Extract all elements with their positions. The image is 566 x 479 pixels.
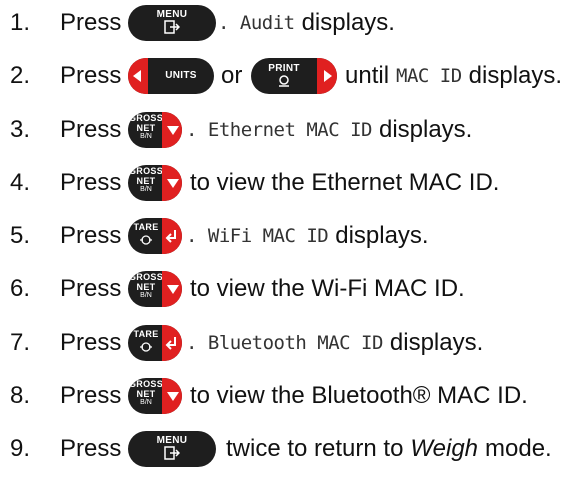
step-3: 3. Press GROSS NET B/N . Ethernet MAC ID… <box>0 107 566 153</box>
step-text: to view the Wi-Fi MAC ID. <box>190 275 465 302</box>
step-4: 4. Press GROSS NET B/N to view the Ether… <box>0 160 566 206</box>
press-label: Press <box>60 222 122 249</box>
down-arrow-icon <box>167 179 179 188</box>
menu-key-label: MENU <box>156 435 188 446</box>
step-1: 1. Press MENU . Audit displays. <box>0 0 566 46</box>
net-label: NET <box>136 282 156 292</box>
step-number: 7. <box>10 329 31 356</box>
print-key: PRINT <box>251 58 337 94</box>
gross-label: GROSS <box>128 379 163 389</box>
until-text: until <box>345 62 390 89</box>
menu-key-label: MENU <box>156 9 188 20</box>
step-number: 3. <box>10 116 31 143</box>
print-icon <box>279 75 289 87</box>
step-number: 1. <box>10 9 31 36</box>
step-9: 9. Press MENU twice to return to Weigh m… <box>0 426 566 472</box>
step-text: to view the Bluetooth® MAC ID. <box>190 382 528 409</box>
step-text: displays. <box>335 222 429 249</box>
units-key: UNITS <box>128 58 214 94</box>
step-number: 2. <box>10 62 31 89</box>
press-label: Press <box>60 382 122 409</box>
zero-icon <box>140 342 152 352</box>
tare-key: TARE <box>128 218 182 254</box>
step-number: 6. <box>10 275 31 302</box>
bn-label: B/N <box>140 292 152 299</box>
enter-arrow-icon <box>165 230 176 243</box>
step-text-end: mode. <box>485 435 552 462</box>
step-7: 7. Press TARE . Bluetooth MAC ID display… <box>0 320 566 366</box>
press-label: Press <box>60 169 122 196</box>
step-number: 9. <box>10 435 31 462</box>
net-label: NET <box>136 123 156 133</box>
gross-label: GROSS <box>128 113 163 123</box>
step-text: displays. <box>378 116 473 143</box>
net-label: NET <box>136 389 156 399</box>
tare-key-label: TARE <box>133 222 159 232</box>
step-number: 4. <box>10 169 31 196</box>
gross-net-key: GROSS NET B/N <box>128 112 182 148</box>
bn-label: B/N <box>140 133 152 140</box>
step-text: displays. <box>389 329 484 356</box>
menu-key: MENU <box>128 5 216 41</box>
units-key-label: UNITS <box>165 70 197 81</box>
net-label: NET <box>136 176 156 186</box>
press-label: Press <box>60 9 122 36</box>
bn-label: B/N <box>140 186 152 193</box>
tare-key-label: TARE <box>133 329 159 339</box>
exit-icon <box>164 20 180 34</box>
step-text: twice to return to <box>226 435 404 462</box>
or-text: or <box>221 62 243 89</box>
exit-icon <box>164 446 180 460</box>
right-arrow-icon <box>324 70 332 82</box>
step-text: displays. <box>301 9 395 36</box>
gross-net-key: GROSS NET B/N <box>128 378 182 414</box>
step-number: 8. <box>10 382 31 409</box>
press-label: Press <box>60 329 122 356</box>
step-8: 8. Press GROSS NET B/N to view the Bluet… <box>0 373 566 419</box>
mode-name: Weigh <box>410 435 479 462</box>
gross-net-key: GROSS NET B/N <box>128 271 182 307</box>
gross-label: GROSS <box>128 272 163 282</box>
press-label: Press <box>60 62 122 89</box>
print-key-label: PRINT <box>268 63 300 74</box>
down-arrow-icon <box>167 126 179 135</box>
step-6: 6. Press GROSS NET B/N to view the Wi-Fi… <box>0 266 566 312</box>
display-text: . Bluetooth MAC ID <box>186 332 383 354</box>
menu-key: MENU <box>128 431 216 467</box>
step-text: displays. <box>468 62 563 89</box>
enter-arrow-icon <box>165 337 176 350</box>
display-text: . Ethernet MAC ID <box>186 119 372 141</box>
step-text: to view the Ethernet MAC ID. <box>190 169 500 196</box>
gross-net-key: GROSS NET B/N <box>128 165 182 201</box>
step-number: 5. <box>10 222 31 249</box>
display-text: . WiFi MAC ID <box>186 225 329 247</box>
display-text: MAC ID <box>396 65 462 87</box>
step-5: 5. Press TARE . WiFi MAC ID displays. <box>0 213 566 259</box>
zero-icon <box>140 235 152 245</box>
press-label: Press <box>60 116 122 143</box>
tare-key: TARE <box>128 325 182 361</box>
left-arrow-icon <box>133 70 141 82</box>
press-label: Press <box>60 435 122 462</box>
down-arrow-icon <box>167 285 179 294</box>
bn-label: B/N <box>140 399 152 406</box>
display-text: . Audit <box>218 12 295 34</box>
gross-label: GROSS <box>128 166 163 176</box>
down-arrow-icon <box>167 392 179 401</box>
press-label: Press <box>60 275 122 302</box>
step-2: 2. Press UNITS or PRINT until MAC ID dis… <box>0 53 566 99</box>
